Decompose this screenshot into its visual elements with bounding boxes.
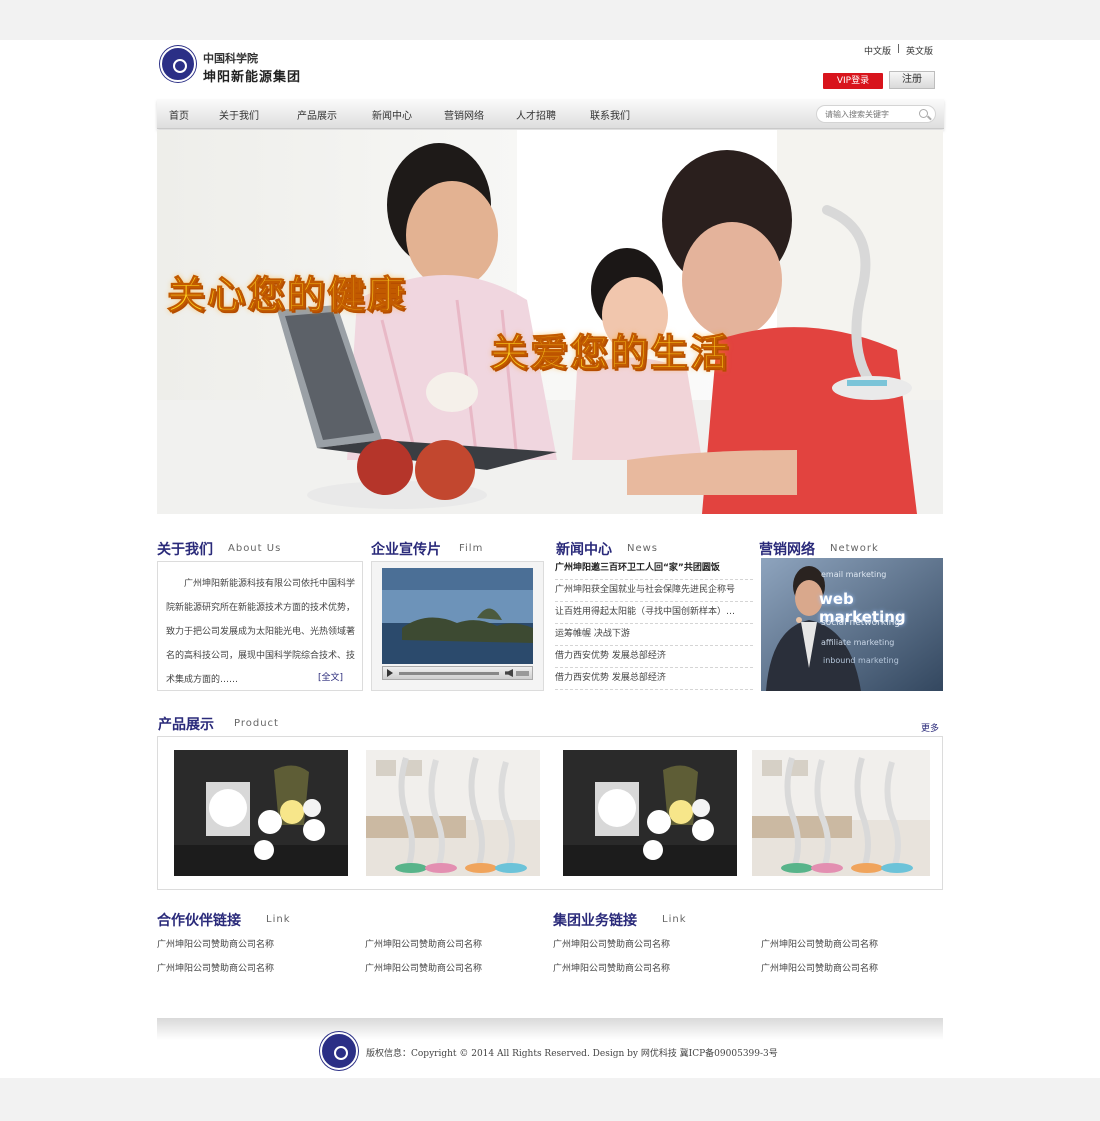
group-link[interactable]: 广州坤阳公司赞助商公司名称: [553, 937, 670, 950]
search-icon[interactable]: [919, 109, 928, 118]
footer-bar: [157, 1018, 943, 1040]
network-word: inbound marketing: [823, 656, 899, 665]
about-panel: 广州坤阳新能源科技有限公司依托中国科学院新能源研究所在新能源技术方面的技术优势，…: [157, 561, 363, 691]
logo-emblem-icon[interactable]: [160, 46, 196, 82]
video-player[interactable]: [371, 561, 544, 691]
nav-item-network[interactable]: 营销网络: [444, 107, 484, 122]
nav-item-contact[interactable]: 联系我们: [590, 107, 630, 122]
top-band: [0, 0, 1100, 40]
network-subtitle: Network: [830, 543, 879, 554]
film-title: 企业宣传片: [371, 542, 441, 558]
nav-item-news[interactable]: 新闻中心: [372, 107, 412, 122]
lang-chinese-link[interactable]: 中文版: [864, 44, 891, 57]
register-button[interactable]: 注册: [889, 71, 935, 89]
products-subtitle: Product: [234, 718, 279, 729]
about-subtitle: About Us: [228, 543, 282, 554]
news-item[interactable]: 借力西安优势 发展总部经济: [555, 668, 753, 690]
product-thumbnail[interactable]: [752, 750, 930, 876]
group-link[interactable]: 广州坤阳公司赞助商公司名称: [761, 961, 878, 974]
partner-links-subtitle: Link: [266, 914, 291, 925]
product-thumbnail[interactable]: [174, 750, 348, 876]
nav-item-about[interactable]: 关于我们: [219, 107, 259, 122]
partner-links-title: 合作伙伴链接: [157, 913, 241, 929]
products-more-link[interactable]: 更多: [921, 721, 939, 734]
product-thumbnail[interactable]: [563, 750, 737, 876]
partner-link[interactable]: 广州坤阳公司赞助商公司名称: [157, 961, 274, 974]
film-subtitle: Film: [459, 543, 484, 554]
partner-link[interactable]: 广州坤阳公司赞助商公司名称: [157, 937, 274, 950]
news-subtitle: News: [627, 543, 659, 554]
partner-link[interactable]: 广州坤阳公司赞助商公司名称: [365, 961, 482, 974]
group-link[interactable]: 广州坤阳公司赞助商公司名称: [761, 937, 878, 950]
group-links-subtitle: Link: [662, 914, 687, 925]
video-screen[interactable]: [382, 568, 533, 664]
group-link[interactable]: 广州坤阳公司赞助商公司名称: [553, 961, 670, 974]
video-controls[interactable]: [382, 666, 533, 680]
nav-item-careers[interactable]: 人才招聘: [516, 107, 556, 122]
product-thumbnail[interactable]: [366, 750, 540, 876]
lang-separator: |: [897, 44, 901, 54]
network-word: email marketing: [821, 570, 887, 579]
news-item[interactable]: 让百姓用得起太阳能（寻找中国创新样本）…: [555, 602, 753, 624]
group-links-title: 集团业务链接: [553, 913, 637, 929]
banner-slogan-2: 关爱您的生活: [489, 331, 731, 376]
logo-org-name: 中国科学院: [203, 52, 258, 65]
volume-slider[interactable]: [516, 671, 529, 676]
video-progress-track[interactable]: [399, 672, 499, 675]
partner-link[interactable]: 广州坤阳公司赞助商公司名称: [365, 937, 482, 950]
news-item[interactable]: 广州坤阳获全国就业与社会保障先进民企称号: [555, 580, 753, 602]
footer-logo-icon: [320, 1032, 358, 1070]
news-item[interactable]: 借力西安优势 发展总部经济: [555, 646, 753, 668]
lang-english-link[interactable]: 英文版: [906, 44, 933, 57]
news-item[interactable]: 广州坤阳邀三百环卫工人回“家”共团圆饭: [555, 558, 753, 580]
news-item[interactable]: 运筹帷幄 决战下游: [555, 624, 753, 646]
banner-slogan-1: 关心您的健康: [166, 273, 408, 318]
vip-login-button[interactable]: VIP登录: [823, 73, 883, 89]
footer-copyright: 版权信息：Copyright © 2014 All Rights Reserve…: [366, 1049, 778, 1059]
network-image[interactable]: email marketing web marketing social net…: [761, 558, 943, 691]
hero-banner[interactable]: 关心您的健康 关爱您的生活: [157, 130, 943, 514]
nav-item-home[interactable]: 首页: [169, 107, 189, 122]
volume-icon[interactable]: [505, 669, 513, 677]
search-input[interactable]: [825, 108, 917, 121]
play-icon[interactable]: [387, 669, 393, 677]
search-box: [816, 105, 936, 123]
about-more-link[interactable]: [全文]: [318, 670, 343, 683]
bottom-band: [0, 1078, 1100, 1121]
network-word: social networking: [821, 618, 900, 628]
logo-company-name: 坤阳新能源集团: [203, 70, 302, 85]
about-title: 关于我们: [157, 542, 213, 558]
network-word: affiliate marketing: [821, 638, 895, 647]
network-title: 营销网络: [759, 542, 815, 558]
news-title: 新闻中心: [556, 542, 612, 558]
nav-item-products[interactable]: 产品展示: [297, 107, 337, 122]
products-title: 产品展示: [158, 717, 214, 733]
